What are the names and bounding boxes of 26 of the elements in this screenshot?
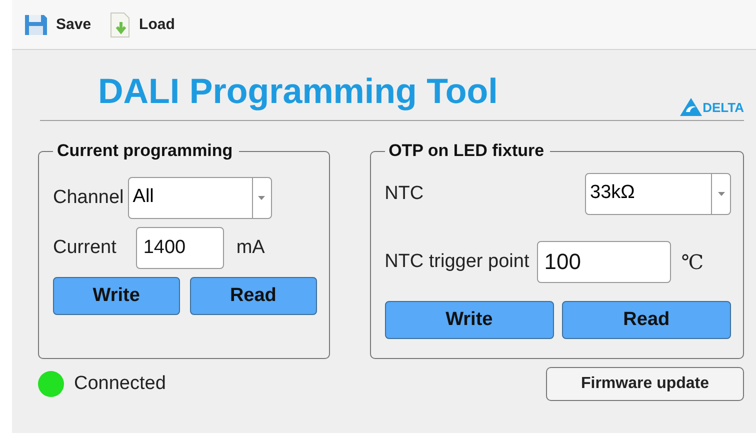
action-button[interactable]: Read: [190, 277, 317, 315]
ntc-dropdown[interactable]: 33kΩ: [585, 173, 731, 215]
channel-label: Channel: [53, 187, 124, 209]
toolbar-button[interactable]: Save: [24, 14, 92, 36]
action-button[interactable]: Read: [562, 301, 731, 339]
dropdown-arrow-icon: [718, 192, 724, 196]
panel-title: Current programming: [56, 141, 234, 161]
firmware-update-button[interactable]: Firmware update: [546, 367, 744, 401]
unit-label: mA: [236, 237, 265, 259]
panel-title: OTP on LED fixture: [388, 141, 546, 161]
channel-dropdown[interactable]: All: [128, 177, 272, 219]
logo-text: DELTA: [702, 100, 744, 114]
action-button[interactable]: Write: [53, 277, 180, 315]
app-title: DALI Programming Tool: [98, 72, 499, 112]
unit-label: ℃: [681, 250, 704, 274]
document-icon: [109, 12, 132, 38]
trigger-point-field[interactable]: 100: [537, 241, 672, 283]
triangle-logo-icon: [680, 98, 702, 116]
toolbar-button[interactable]: Load: [109, 12, 175, 38]
trigger-point-label: NTC trigger point: [384, 251, 530, 273]
status-text: Connected: [74, 373, 166, 395]
dropdown-arrow-icon: [258, 196, 266, 200]
action-button[interactable]: Write: [384, 301, 554, 339]
current-label: Current: [53, 237, 116, 259]
ntc-label: NTC: [384, 183, 424, 205]
current-field[interactable]: 1400: [136, 227, 224, 269]
